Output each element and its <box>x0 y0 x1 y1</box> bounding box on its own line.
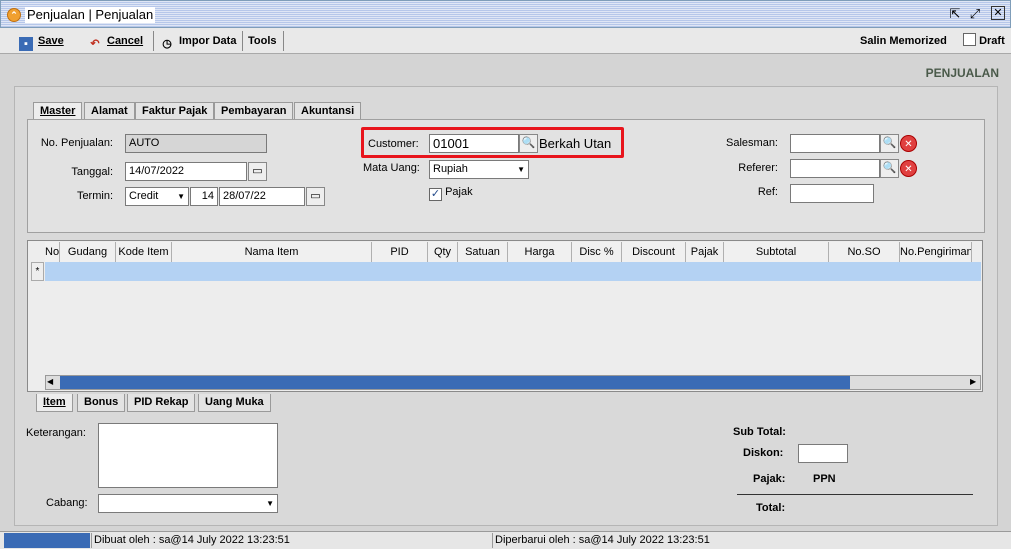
pajak-checkbox[interactable]: ✓ Pajak <box>429 186 473 201</box>
column-header-no-so[interactable]: No.SO <box>829 242 900 262</box>
referer-label: Referer: <box>738 162 778 174</box>
termin-label: Termin: <box>76 190 113 202</box>
floppy-disk-icon: ▪ <box>19 37 33 51</box>
column-header-qty[interactable]: Qty <box>428 242 458 262</box>
column-header-pajak[interactable]: Pajak <box>686 242 724 262</box>
clear-icon[interactable]: ✕ <box>900 135 917 152</box>
referer-field[interactable] <box>790 159 880 178</box>
draft-checkbox[interactable]: Draft <box>963 32 1005 50</box>
app-icon: ⌃ <box>7 8 21 22</box>
pajak-total-label: Pajak: <box>753 473 786 485</box>
column-header-disc-pct[interactable]: Disc % <box>572 242 622 262</box>
mata-uang-select[interactable]: Rupiah ▼ <box>429 160 529 179</box>
new-row-marker: * <box>31 262 44 281</box>
termin-select-value: Credit <box>129 190 159 202</box>
window-title: Penjualan | Penjualan <box>25 7 156 23</box>
clock-icon: ◷ <box>162 38 172 50</box>
tab-uang-muka[interactable]: Uang Muka <box>198 394 271 412</box>
status-progress-block <box>4 533 90 548</box>
salesman-label: Salesman: <box>726 137 778 149</box>
no-penjualan-field[interactable]: AUTO <box>125 134 267 153</box>
status-diperbarui: Diperbarui oleh : sa@14 July 2022 13:23:… <box>492 533 1011 548</box>
termin-select[interactable]: Credit ▼ <box>125 187 189 206</box>
mata-uang-select-value: Rupiah <box>433 163 468 175</box>
customer-code-field[interactable]: 01001 <box>429 134 519 153</box>
tab-faktur-pajak[interactable]: Faktur Pajak <box>135 102 215 120</box>
clear-icon[interactable]: ✕ <box>900 160 917 177</box>
mata-uang-label: Mata Uang: <box>363 162 420 174</box>
tanggal-field[interactable]: 14/07/2022 <box>125 162 247 181</box>
maximize-icon[interactable]: ⤢ <box>967 6 983 22</box>
ref-label: Ref: <box>757 186 778 198</box>
termin-days-field[interactable]: 14 <box>190 187 218 206</box>
scroll-right-icon[interactable]: ▶ <box>970 377 976 386</box>
column-header-harga[interactable]: Harga <box>508 242 572 262</box>
keterangan-textarea[interactable] <box>98 423 278 488</box>
status-dibuat: Dibuat oleh : sa@14 July 2022 13:23:51 <box>91 533 491 548</box>
tab-alamat[interactable]: Alamat <box>84 102 135 120</box>
title-bar: ⌃ Penjualan | Penjualan ⇱ ⤢ ✕ <box>0 0 1011 28</box>
tab-pembayaran[interactable]: Pembayaran <box>214 102 294 120</box>
pajak-checkbox-box[interactable]: ✓ <box>429 188 442 201</box>
search-icon[interactable]: 🔍 <box>519 134 538 153</box>
pajak-total-value: PPN <box>813 473 836 485</box>
tab-akuntansi[interactable]: Akuntansi <box>294 102 362 120</box>
column-header-nama-item[interactable]: Nama Item <box>172 242 372 262</box>
calendar-icon[interactable]: ▭ <box>248 162 267 181</box>
subtotal-label: Sub Total: <box>733 426 786 438</box>
tab-pid-rekap[interactable]: PID Rekap <box>127 394 196 412</box>
restore-icon[interactable]: ⇱ <box>947 6 963 22</box>
scroll-left-icon[interactable]: ◀ <box>47 377 53 386</box>
column-header-gudang[interactable]: Gudang <box>60 242 116 262</box>
scrollbar-thumb[interactable] <box>60 376 850 389</box>
cabang-label: Cabang: <box>46 497 88 509</box>
draft-checkbox-box[interactable] <box>963 33 976 46</box>
customer-name: Berkah Utan <box>539 136 612 151</box>
tab-item[interactable]: Item <box>36 394 73 412</box>
chevron-down-icon: ▼ <box>177 192 185 201</box>
undo-arrow-icon: ↶ <box>90 38 100 50</box>
search-icon[interactable]: 🔍 <box>880 134 899 153</box>
diskon-label: Diskon: <box>743 447 784 459</box>
impor-data-button[interactable]: ◷ Impor Data <box>160 32 236 50</box>
column-header-kode-item[interactable]: Kode Item <box>116 242 172 262</box>
close-icon[interactable]: ✕ <box>991 6 1005 20</box>
chevron-down-icon: ▼ <box>266 499 274 508</box>
tab-bonus[interactable]: Bonus <box>77 394 126 412</box>
column-header-discount[interactable]: Discount <box>622 242 686 262</box>
toolbar-separator <box>153 31 154 51</box>
chevron-down-icon: ▼ <box>517 165 525 174</box>
keterangan-label: Keterangan: <box>26 427 86 439</box>
tools-menu[interactable]: Tools <box>248 32 277 50</box>
toolbar-separator <box>242 31 243 51</box>
tanggal-label: Tanggal: <box>71 166 113 178</box>
total-divider <box>737 494 973 495</box>
save-button[interactable]: ▪ Save <box>19 32 64 51</box>
column-header-satuan[interactable]: Satuan <box>458 242 508 262</box>
column-header-pid[interactable]: PID <box>372 242 428 262</box>
salesman-field[interactable] <box>790 134 880 153</box>
column-header-no-pengiriman[interactable]: No.Pengiriman <box>900 242 972 262</box>
cabang-select[interactable]: ▼ <box>98 494 278 513</box>
no-penjualan-label: No. Penjualan: <box>40 137 113 149</box>
table-row[interactable] <box>45 262 981 281</box>
column-header-subtotal[interactable]: Subtotal <box>724 242 829 262</box>
ref-field[interactable] <box>790 184 874 203</box>
cancel-button[interactable]: ↶ Cancel <box>88 32 143 50</box>
diskon-field[interactable] <box>798 444 848 463</box>
customer-label: Customer: <box>368 138 419 150</box>
termin-date-field[interactable]: 28/07/22 <box>219 187 305 206</box>
total-label: Total: <box>756 502 786 514</box>
toolbar-separator <box>283 31 284 51</box>
calendar-icon[interactable]: ▭ <box>306 187 325 206</box>
salin-memorized-button[interactable]: Salin Memorized <box>860 32 947 50</box>
column-header-no[interactable]: No <box>45 242 60 262</box>
page-heading: PENJUALAN <box>925 66 999 80</box>
search-icon[interactable]: 🔍 <box>880 159 899 178</box>
